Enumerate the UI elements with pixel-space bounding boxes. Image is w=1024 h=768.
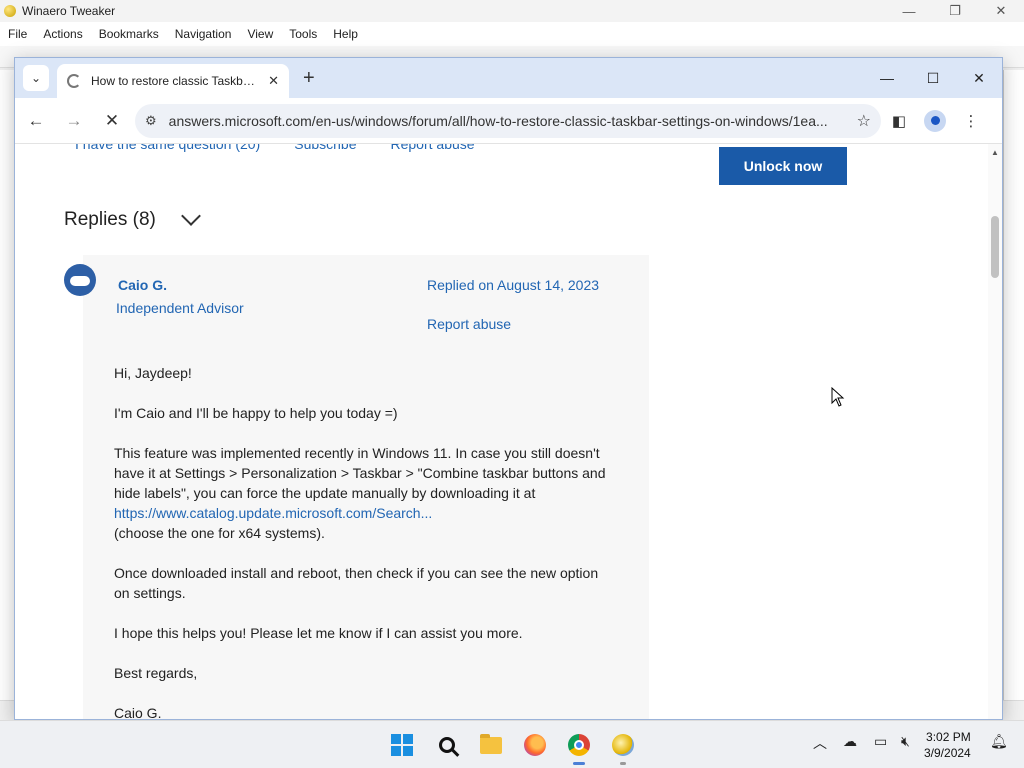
bookmark-star-icon[interactable]: ☆ bbox=[857, 111, 871, 131]
address-bar[interactable]: ⚙ answers.microsoft.com/en-us/windows/fo… bbox=[135, 103, 881, 138]
profile-button[interactable] bbox=[917, 104, 953, 138]
reply-paragraph-1: This feature was implemented recently in… bbox=[114, 443, 614, 543]
reply-signature: Caio G. bbox=[114, 705, 162, 720]
reply-author-role: Independent Advisor bbox=[116, 300, 244, 316]
tab-close-icon[interactable]: ✕ bbox=[268, 73, 279, 89]
reply-body: Hi, Jaydeep! I'm Caio and I'll be happy … bbox=[114, 363, 614, 720]
winaero-title: Winaero Tweaker bbox=[22, 4, 116, 18]
minimize-icon[interactable]: — bbox=[886, 4, 932, 19]
menu-view[interactable]: View bbox=[239, 27, 281, 41]
taskbar-search-button[interactable] bbox=[435, 733, 459, 757]
reply-paragraph-1-tail: (choose the one for x64 systems). bbox=[114, 525, 325, 541]
url-text[interactable]: answers.microsoft.com/en-us/windows/foru… bbox=[169, 113, 849, 129]
chrome-minimize-icon[interactable]: — bbox=[864, 58, 910, 98]
menu-navigation[interactable]: Navigation bbox=[167, 27, 240, 41]
reply-paragraph-2: Once downloaded install and reboot, then… bbox=[114, 565, 599, 601]
question-report-abuse-link[interactable]: Report abuse bbox=[391, 144, 475, 152]
tab-search-button[interactable]: ⌄ bbox=[23, 65, 49, 91]
forward-icon[interactable]: → bbox=[57, 104, 91, 138]
folder-icon bbox=[480, 733, 502, 754]
taskbar-winaero[interactable] bbox=[611, 733, 635, 765]
chrome-window: ⌄ How to restore classic Taskbar setting… bbox=[14, 57, 1003, 720]
subscribe-link[interactable]: Subscribe bbox=[294, 144, 356, 152]
reply-paragraph-1-text: This feature was implemented recently in… bbox=[114, 445, 606, 501]
chrome-close-icon[interactable]: ✕ bbox=[956, 58, 1002, 98]
scrollbar-thumb[interactable] bbox=[991, 216, 999, 278]
stop-loading-icon[interactable]: ✕ bbox=[95, 104, 129, 138]
close-icon[interactable]: ✕ bbox=[978, 3, 1024, 19]
page-scrollbar[interactable]: ▲ bbox=[988, 144, 1002, 719]
chevron-down-icon[interactable] bbox=[180, 206, 201, 226]
menu-file[interactable]: File bbox=[0, 27, 35, 41]
firefox-icon bbox=[524, 734, 546, 756]
menu-tools[interactable]: Tools bbox=[281, 27, 325, 41]
tray-overflow-chevron-icon[interactable]: ︿ bbox=[813, 733, 827, 753]
reply-report-abuse-link[interactable]: Report abuse bbox=[427, 316, 511, 332]
chrome-icon bbox=[568, 734, 590, 756]
volume-muted-icon[interactable]: 🔇︎ bbox=[901, 733, 910, 750]
tab-title: How to restore classic Taskbar settings … bbox=[91, 74, 260, 88]
scroll-up-icon[interactable]: ▲ bbox=[991, 148, 999, 157]
winaero-titlebar: Winaero Tweaker — ❐ ✕ bbox=[0, 0, 1024, 22]
reply-paragraph-3: I hope this helps you! Please let me kno… bbox=[114, 625, 523, 641]
profile-avatar-icon bbox=[924, 109, 946, 132]
menu-help[interactable]: Help bbox=[325, 27, 366, 41]
menu-kebab-icon[interactable]: ⋮ bbox=[953, 104, 989, 138]
menu-actions[interactable]: Actions bbox=[35, 27, 90, 41]
menu-bookmarks[interactable]: Bookmarks bbox=[91, 27, 167, 41]
catalog-update-link[interactable]: https://www.catalog.update.microsoft.com… bbox=[114, 505, 432, 521]
clock-date: 3/9/2024 bbox=[924, 746, 971, 760]
same-question-link[interactable]: I have the same question (20) bbox=[75, 144, 260, 152]
reply-date[interactable]: Replied on August 14, 2023 bbox=[427, 277, 599, 293]
chrome-maximize-icon[interactable]: ☐ bbox=[910, 58, 956, 98]
chrome-window-controls: — ☐ ✕ bbox=[864, 58, 1002, 98]
new-tab-icon[interactable]: + bbox=[303, 67, 315, 90]
chevron-down-icon: ⌄ bbox=[30, 71, 42, 85]
loading-favicon-icon bbox=[67, 74, 81, 88]
page-viewport: I have the same question (20) Subscribe … bbox=[15, 144, 1002, 720]
taskbar: ︿ ☁ ▭ 🔇︎ 3:02 PM 3/9/2024 🔔︎ bbox=[0, 720, 1024, 768]
windows-logo-icon bbox=[391, 734, 413, 756]
back-icon[interactable]: ← bbox=[19, 104, 53, 138]
tab-strip: ⌄ How to restore classic Taskbar setting… bbox=[15, 58, 1002, 98]
tab-active[interactable]: How to restore classic Taskbar settings … bbox=[57, 64, 289, 98]
network-icon[interactable]: ▭ bbox=[874, 733, 887, 750]
taskbar-chrome[interactable] bbox=[567, 733, 591, 765]
restore-icon[interactable]: ❐ bbox=[932, 3, 978, 19]
search-icon bbox=[439, 737, 455, 753]
system-clock[interactable]: 3:02 PM 3/9/2024 bbox=[924, 729, 971, 761]
avatar[interactable] bbox=[64, 264, 96, 296]
browser-toolbar: ← → ✕ ⚙ answers.microsoft.com/en-us/wind… bbox=[15, 98, 1002, 144]
winaero-menubar: File Actions Bookmarks Navigation View T… bbox=[0, 22, 1024, 46]
taskbar-firefox[interactable] bbox=[523, 733, 547, 757]
site-info-icon[interactable]: ⚙ bbox=[145, 113, 157, 129]
notification-bell-icon[interactable]: 🔔︎ bbox=[990, 733, 1008, 750]
clock-time: 3:02 PM bbox=[926, 730, 971, 744]
onedrive-offline-icon[interactable]: ☁ bbox=[843, 733, 857, 750]
winaero-tree-pane bbox=[0, 70, 15, 720]
reply-closing: Best regards, bbox=[114, 665, 198, 681]
taskbar-file-explorer[interactable] bbox=[479, 733, 503, 757]
replies-header[interactable]: Replies (8) bbox=[64, 206, 201, 231]
replies-title: Replies (8) bbox=[64, 209, 156, 230]
question-actions-row: I have the same question (20) Subscribe … bbox=[75, 144, 475, 152]
start-button[interactable] bbox=[390, 733, 414, 757]
reply-greeting: Hi, Jaydeep! bbox=[114, 365, 192, 381]
reply-intro: I'm Caio and I'll be happy to help you t… bbox=[114, 405, 398, 421]
unlock-now-button[interactable]: Unlock now bbox=[719, 147, 847, 185]
winaero-app-icon bbox=[4, 5, 16, 17]
reply-author[interactable]: Caio G. bbox=[118, 277, 167, 293]
winaero-icon bbox=[612, 734, 634, 756]
winaero-right-pane bbox=[1003, 70, 1024, 720]
side-panel-icon[interactable]: ◧ bbox=[881, 104, 917, 138]
